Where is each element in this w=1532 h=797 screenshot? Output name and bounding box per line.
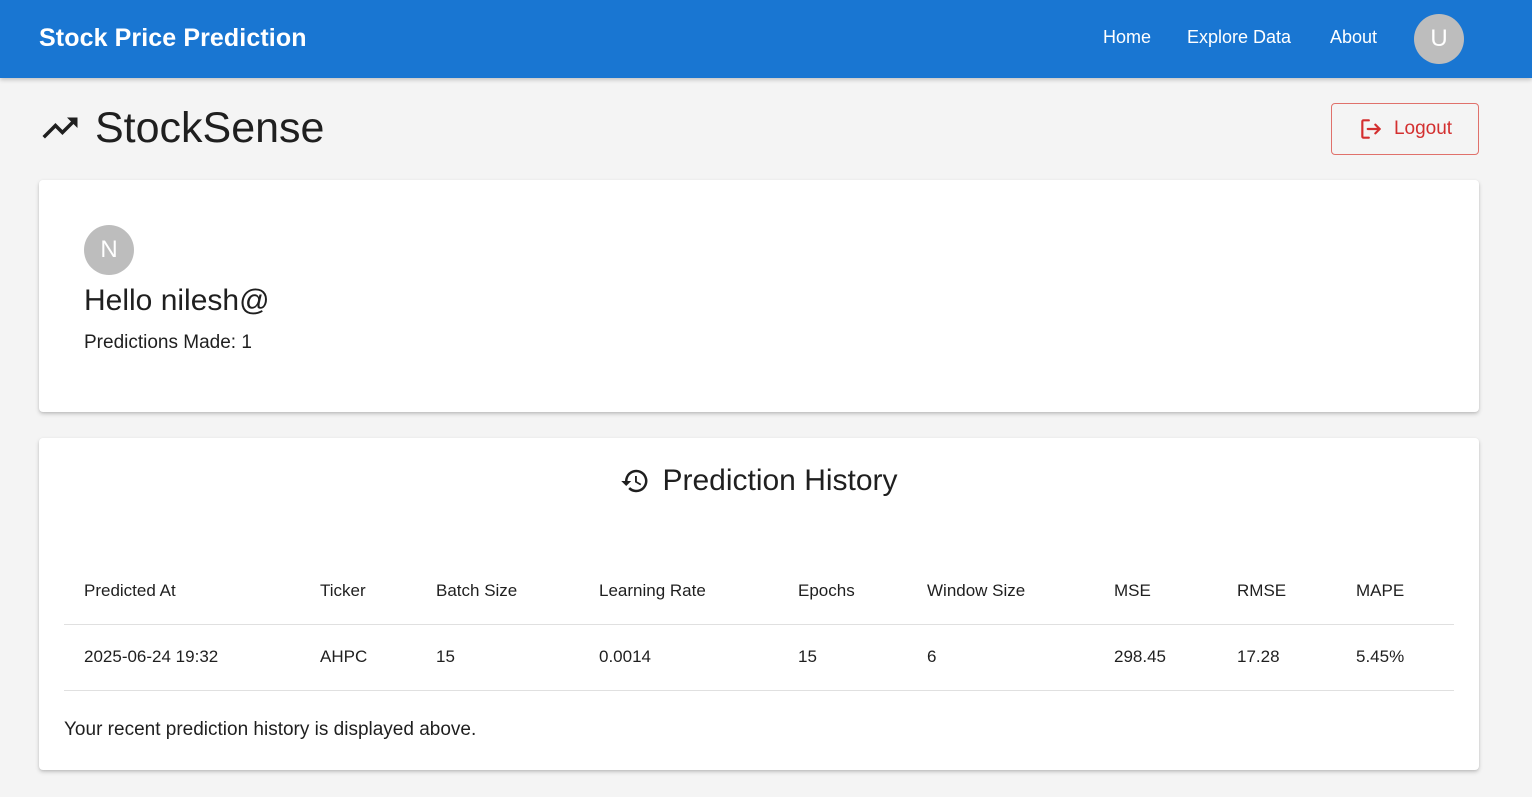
avatar: N [84, 225, 134, 275]
table-header-row: Predicted At Ticker Batch Size Learning … [64, 558, 1454, 625]
history-icon [621, 469, 648, 493]
nav-about-link[interactable]: About [1330, 27, 1377, 48]
history-table: Predicted At Ticker Batch Size Learning … [64, 558, 1454, 691]
table-cell: 15 [416, 624, 579, 691]
table-row[interactable]: 2025-06-24 19:32 AHPC 15 0.0014 15 6 298… [64, 624, 1454, 691]
column-header[interactable]: Predicted At [64, 558, 300, 625]
table-cell: 6 [907, 624, 1094, 691]
history-heading: Prediction History [39, 464, 1479, 498]
column-header[interactable]: Learning Rate [579, 558, 778, 625]
predictions-made-text: Predictions Made: 1 [84, 332, 252, 353]
table-cell: 2025-06-24 19:32 [64, 624, 300, 691]
prediction-history-card: Prediction History Predicted At Ticker B… [39, 438, 1479, 770]
logout-icon [1361, 119, 1381, 139]
history-title: Prediction History [662, 464, 898, 497]
logout-button[interactable]: Logout [1331, 103, 1479, 155]
table-cell: 15 [778, 624, 907, 691]
column-header[interactable]: Epochs [778, 558, 907, 625]
page-header: StockSense [39, 100, 324, 156]
table-cell: 17.28 [1217, 624, 1336, 691]
user-menu-avatar[interactable]: U [1414, 14, 1464, 64]
table-cell: 0.0014 [579, 624, 778, 691]
column-header[interactable]: RMSE [1217, 558, 1336, 625]
column-header[interactable]: Window Size [907, 558, 1094, 625]
brand-title[interactable]: Stock Price Prediction [39, 24, 307, 53]
table-cell: AHPC [300, 624, 416, 691]
history-footnote: Your recent prediction history is displa… [64, 719, 477, 740]
profile-card: N Hello nilesh@ Predictions Made: 1 [39, 180, 1479, 412]
nav-home-link[interactable]: Home [1103, 27, 1151, 48]
column-header[interactable]: Ticker [300, 558, 416, 625]
table-cell: 298.45 [1094, 624, 1217, 691]
table-cell: 5.45% [1336, 624, 1454, 691]
nav-explore-data-link[interactable]: Explore Data [1187, 27, 1291, 48]
column-header[interactable]: MAPE [1336, 558, 1454, 625]
page-title: StockSense [95, 103, 325, 152]
column-header[interactable]: MSE [1094, 558, 1217, 625]
logout-label: Logout [1393, 118, 1453, 139]
greeting-text: Hello nilesh@ [84, 284, 270, 317]
column-header[interactable]: Batch Size [416, 558, 579, 625]
trending-up-icon [42, 117, 78, 139]
app-bar: Stock Price Prediction Home Explore Data… [0, 0, 1532, 78]
